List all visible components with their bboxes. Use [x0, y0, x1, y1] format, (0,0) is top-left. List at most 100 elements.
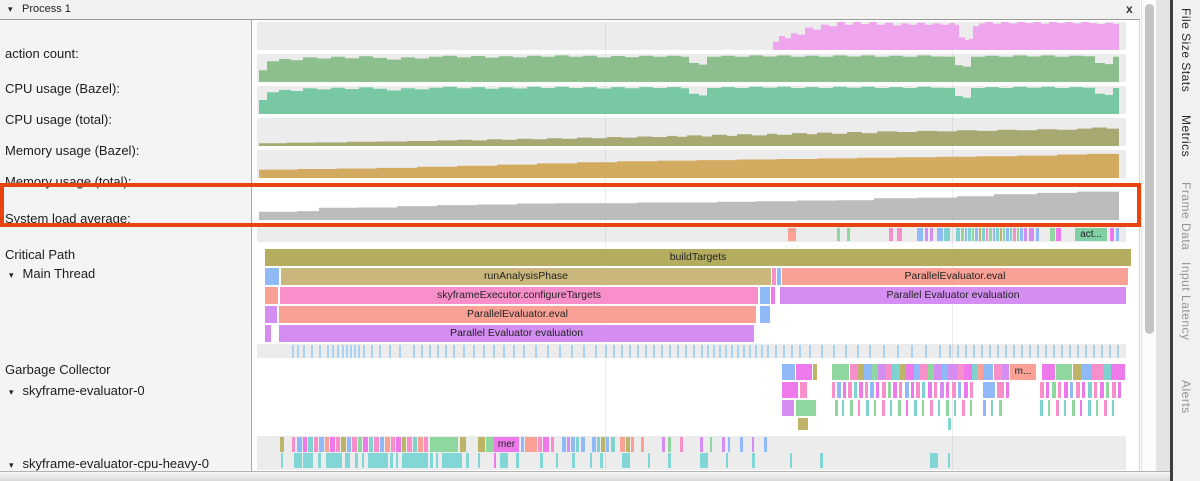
evaluator0-slice[interactable]: [1111, 364, 1125, 380]
cpu-heavy-slice[interactable]: [380, 437, 384, 452]
evaluator0-slice[interactable]: [948, 418, 951, 430]
gc-event-tick[interactable]: [637, 345, 639, 358]
main-thread-slice-labeled[interactable]: Parallel Evaluator evaluation: [780, 287, 1126, 304]
evaluator0-slice[interactable]: [970, 382, 973, 398]
cpu-heavy-slice[interactable]: [280, 437, 284, 452]
gc-event-tick[interactable]: [389, 345, 391, 358]
cpu-heavy-slice[interactable]: [391, 437, 395, 452]
gc-event-tick[interactable]: [421, 345, 423, 358]
cpu-heavy-slice[interactable]: [396, 453, 398, 468]
gc-event-tick[interactable]: [693, 345, 695, 358]
evaluator0-slice[interactable]: [1104, 400, 1107, 416]
gc-event-tick[interactable]: [821, 345, 823, 358]
cpu-heavy-slice[interactable]: [345, 453, 350, 468]
cpu-heavy-slice[interactable]: [402, 437, 406, 452]
evaluator0-slice[interactable]: [1088, 382, 1092, 398]
gc-event-tick[interactable]: [337, 345, 339, 358]
evaluator0-slice-labeled[interactable]: m...: [1010, 364, 1036, 380]
evaluator0-slice[interactable]: [854, 382, 857, 398]
cpu-heavy-slice[interactable]: [606, 437, 609, 452]
evaluator0-slice[interactable]: [1040, 382, 1044, 398]
evaluator0-slice[interactable]: [1106, 382, 1109, 398]
gc-event-tick[interactable]: [463, 345, 465, 358]
gc-event-tick[interactable]: [809, 345, 811, 358]
gc-event-tick[interactable]: [358, 345, 360, 358]
gc-event-tick[interactable]: [1029, 345, 1031, 358]
gc-event-tick[interactable]: [767, 345, 769, 358]
evaluator0-slice[interactable]: [983, 382, 995, 398]
gc-event-tick[interactable]: [503, 345, 505, 358]
collapse-triangle-icon[interactable]: ▾: [8, 4, 13, 15]
evaluator0-slice[interactable]: [1103, 364, 1111, 380]
evaluator0-slice[interactable]: [1096, 400, 1098, 416]
gc-event-tick[interactable]: [869, 345, 871, 358]
cpu-heavy-slice[interactable]: [430, 437, 458, 452]
gc-event-tick[interactable]: [981, 345, 983, 358]
evaluator0-slice[interactable]: [843, 382, 846, 398]
main-thread-slice[interactable]: [760, 287, 770, 304]
cpu-heavy-slice[interactable]: [402, 453, 428, 468]
critical-path-slice[interactable]: [1003, 228, 1005, 241]
horizontal-scrollbar[interactable]: [0, 471, 1170, 481]
gc-event-tick[interactable]: [791, 345, 793, 358]
cpu-heavy-slice[interactable]: [303, 453, 313, 468]
evaluator0-slice[interactable]: [878, 364, 886, 380]
critical-path-slice[interactable]: [972, 228, 974, 241]
cpu-heavy-slice[interactable]: [478, 437, 485, 452]
gc-event-tick[interactable]: [399, 345, 401, 358]
evaluator0-slice[interactable]: [905, 382, 909, 398]
evaluator0-slice[interactable]: [1082, 382, 1085, 398]
evaluator0-slice[interactable]: [1112, 382, 1116, 398]
gc-event-tick[interactable]: [743, 345, 745, 358]
main-thread-slice[interactable]: [265, 287, 278, 304]
cpu-heavy-slice[interactable]: [355, 453, 358, 468]
cpu-heavy-slice[interactable]: [494, 453, 496, 468]
gc-event-tick[interactable]: [731, 345, 733, 358]
critical-path-slice[interactable]: [1013, 228, 1016, 241]
evaluator0-slice[interactable]: [893, 382, 897, 398]
track-label-eval0[interactable]: ▾skyframe-evaluator-0: [5, 383, 145, 398]
counter-chart-cpuB[interactable]: [257, 54, 1126, 82]
gc-event-tick[interactable]: [845, 345, 847, 358]
cpu-heavy-slice[interactable]: [347, 437, 351, 452]
gc-event-tick[interactable]: [535, 345, 537, 358]
cpu-heavy-slice[interactable]: [303, 437, 307, 452]
cpu-heavy-slice[interactable]: [562, 437, 566, 452]
cpu-heavy-slice[interactable]: [648, 453, 650, 468]
vertical-scrollbar-thumb[interactable]: [1145, 4, 1154, 334]
gc-event-tick[interactable]: [719, 345, 721, 358]
evaluator0-slice[interactable]: [946, 382, 949, 398]
gc-event-tick[interactable]: [1021, 345, 1023, 358]
gc-event-tick[interactable]: [319, 345, 321, 358]
critical-path-slice[interactable]: [986, 228, 988, 241]
evaluator0-slice[interactable]: [1006, 382, 1009, 398]
gc-event-tick[interactable]: [799, 345, 801, 358]
cpu-heavy-slice[interactable]: [567, 437, 570, 452]
evaluator0-slice[interactable]: [796, 364, 812, 380]
cpu-heavy-slice[interactable]: [948, 453, 950, 468]
evaluator0-slice[interactable]: [916, 382, 920, 398]
evaluator0-slice[interactable]: [1070, 382, 1073, 398]
cpu-heavy-slice[interactable]: [662, 437, 665, 452]
evaluator0-slice[interactable]: [994, 364, 1002, 380]
cpu-heavy-slice[interactable]: [572, 453, 575, 468]
gc-event-tick[interactable]: [725, 345, 727, 358]
cpu-heavy-slice[interactable]: [930, 453, 938, 468]
evaluator0-slice[interactable]: [1100, 382, 1104, 398]
gc-event-tick[interactable]: [1085, 345, 1087, 358]
critical-path-slice[interactable]: [968, 228, 971, 241]
counter-chart-cpuT[interactable]: [257, 86, 1126, 114]
gc-event-tick[interactable]: [629, 345, 631, 358]
evaluator0-slice[interactable]: [1002, 364, 1009, 380]
evaluator0-slice[interactable]: [999, 400, 1002, 416]
evaluator0-slice[interactable]: [899, 382, 902, 398]
critical-path-slice[interactable]: [788, 228, 796, 241]
cpu-heavy-slice[interactable]: [611, 437, 615, 452]
gc-event-tick[interactable]: [1101, 345, 1103, 358]
evaluator0-slice[interactable]: [1052, 382, 1056, 398]
cpu-heavy-slice[interactable]: [680, 437, 683, 452]
gc-event-tick[interactable]: [513, 345, 515, 358]
gc-event-tick[interactable]: [897, 345, 899, 358]
critical-path-slice[interactable]: [1116, 228, 1119, 241]
main-thread-slice[interactable]: [760, 306, 770, 323]
